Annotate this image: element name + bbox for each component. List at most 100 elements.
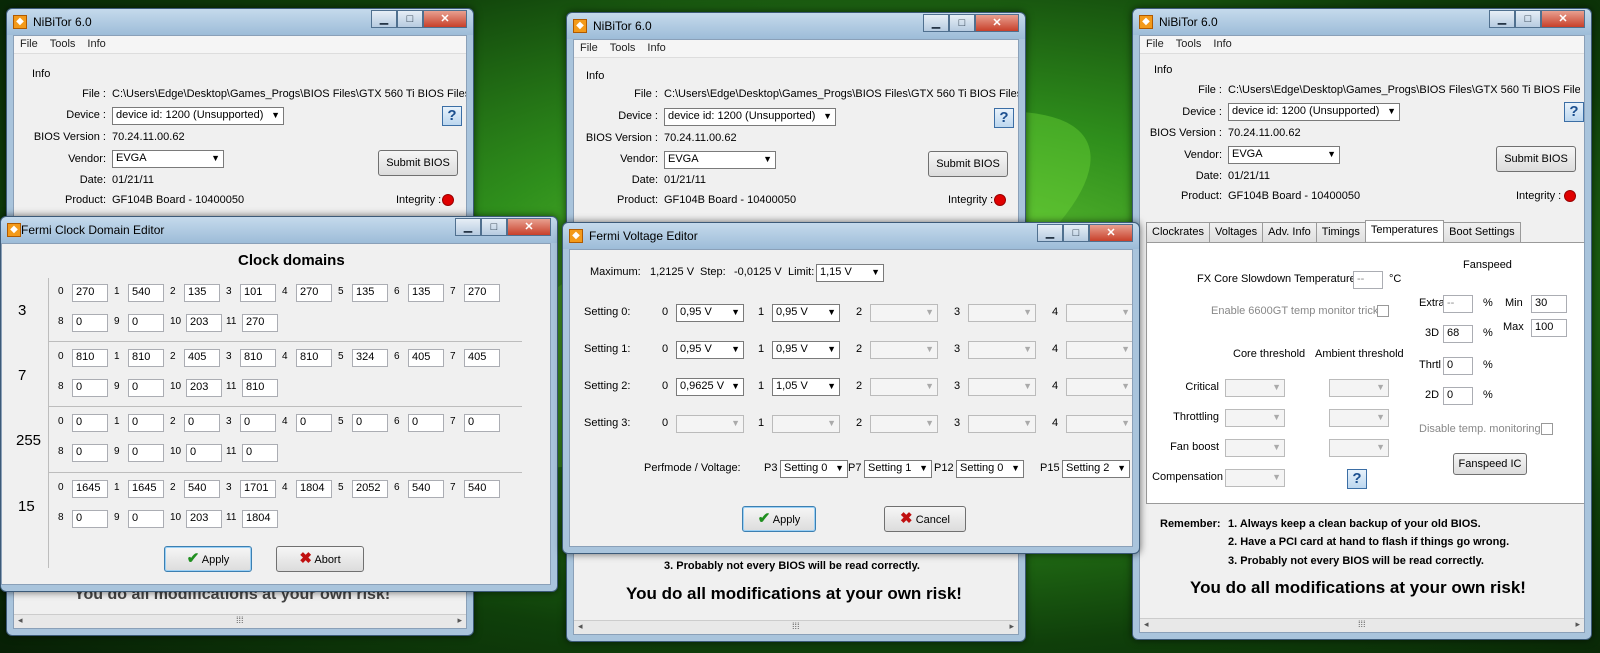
clock-value-input[interactable]: 0 xyxy=(72,379,108,397)
maximize-button[interactable]: □ xyxy=(397,10,423,28)
clock-value-input[interactable]: 0 xyxy=(128,510,164,528)
tab-boot-settings[interactable]: Boot Settings xyxy=(1443,222,1521,243)
menu-info[interactable]: Info xyxy=(81,36,111,52)
voltage-select[interactable]: ▼ xyxy=(1066,304,1132,322)
device-select[interactable]: device id: 1200 (Unsupported) ▼ xyxy=(664,108,836,126)
menu-file[interactable]: File xyxy=(574,40,604,56)
voltage-select[interactable]: ▼ xyxy=(870,378,938,396)
clock-value-input[interactable]: 0 xyxy=(72,414,108,432)
clock-value-input[interactable]: 135 xyxy=(408,284,444,302)
perfmode-select[interactable]: Setting 1 ▼ xyxy=(864,460,932,478)
ambient-threshold-select[interactable]: ▼ xyxy=(1329,439,1389,457)
clock-value-input[interactable]: 101 xyxy=(240,284,276,302)
tab-adv-info[interactable]: Adv. Info xyxy=(1262,222,1317,243)
ambient-threshold-select[interactable]: ▼ xyxy=(1329,379,1389,397)
clock-value-input[interactable]: 540 xyxy=(128,284,164,302)
maximize-button[interactable]: □ xyxy=(949,14,975,32)
apply-button[interactable]: ✔ Apply xyxy=(164,546,252,572)
clock-value-input[interactable]: 405 xyxy=(408,349,444,367)
clock-value-input[interactable]: 203 xyxy=(186,510,222,528)
submit-bios-button[interactable]: Submit BIOS xyxy=(1496,146,1576,172)
clock-value-input[interactable]: 0 xyxy=(128,414,164,432)
voltage-select[interactable]: ▼ xyxy=(676,415,744,433)
device-select[interactable]: device id: 1200 (Unsupported) ▼ xyxy=(112,107,284,125)
voltage-select[interactable]: ▼ xyxy=(968,415,1036,433)
clock-value-input[interactable]: 810 xyxy=(72,349,108,367)
minimize-button[interactable]: ▁ xyxy=(371,10,397,28)
close-button[interactable]: ✕ xyxy=(975,14,1019,32)
voltage-select[interactable]: 0,9625 V ▼ xyxy=(676,378,744,396)
horizontal-scrollbar[interactable]: ◂ ⁞⁞⁞ ▸ xyxy=(1140,618,1584,632)
clock-value-input[interactable]: 0 xyxy=(184,414,220,432)
d3-input[interactable]: 68 xyxy=(1443,325,1473,343)
menu-info[interactable]: Info xyxy=(1207,36,1237,52)
clock-value-input[interactable]: 0 xyxy=(240,414,276,432)
clock-value-input[interactable]: 2052 xyxy=(352,480,388,498)
voltage-select[interactable]: 0,95 V ▼ xyxy=(676,304,744,322)
clock-value-input[interactable]: 0 xyxy=(72,314,108,332)
menu-tools[interactable]: Tools xyxy=(44,36,82,52)
vendor-select[interactable]: EVGA ▼ xyxy=(112,150,224,168)
minimize-button[interactable]: ▁ xyxy=(1489,10,1515,28)
core-threshold-select[interactable]: ▼ xyxy=(1225,409,1285,427)
menu-info[interactable]: Info xyxy=(641,40,671,56)
menu-tools[interactable]: Tools xyxy=(604,40,642,56)
voltage-select[interactable]: ▼ xyxy=(772,415,840,433)
maximize-button[interactable]: □ xyxy=(1063,224,1089,242)
apply-button[interactable]: ✔ Apply xyxy=(742,506,816,532)
horizontal-scrollbar[interactable]: ◂ ⁞⁞⁞ ▸ xyxy=(574,620,1018,634)
voltage-select[interactable]: ▼ xyxy=(1066,378,1132,396)
help-icon[interactable]: ? xyxy=(442,106,462,126)
close-button[interactable]: ✕ xyxy=(1541,10,1585,28)
clock-value-input[interactable]: 270 xyxy=(296,284,332,302)
minimize-button[interactable]: ▁ xyxy=(1037,224,1063,242)
clock-value-input[interactable]: 1804 xyxy=(296,480,332,498)
close-button[interactable]: ✕ xyxy=(423,10,467,28)
clock-value-input[interactable]: 0 xyxy=(72,510,108,528)
maximize-button[interactable]: □ xyxy=(1515,10,1541,28)
clock-value-input[interactable]: 270 xyxy=(242,314,278,332)
core-threshold-select[interactable]: ▼ xyxy=(1225,439,1285,457)
minimize-button[interactable]: ▁ xyxy=(923,14,949,32)
clock-value-input[interactable]: 540 xyxy=(408,480,444,498)
core-threshold-select[interactable]: ▼ xyxy=(1225,379,1285,397)
clock-value-input[interactable]: 0 xyxy=(186,444,222,462)
limit-select[interactable]: 1,15 V ▼ xyxy=(816,264,884,282)
vendor-select[interactable]: EVGA ▼ xyxy=(664,151,776,169)
clock-value-input[interactable]: 0 xyxy=(296,414,332,432)
voltage-select[interactable]: ▼ xyxy=(870,304,938,322)
d2-input[interactable]: 0 xyxy=(1443,387,1473,405)
ambient-threshold-select[interactable]: ▼ xyxy=(1329,409,1389,427)
close-button[interactable]: ✕ xyxy=(507,218,551,236)
clock-value-input[interactable]: 1645 xyxy=(72,480,108,498)
perfmode-select[interactable]: Setting 0 ▼ xyxy=(780,460,848,478)
voltage-select[interactable]: ▼ xyxy=(968,341,1036,359)
disable-monitoring-checkbox[interactable] xyxy=(1541,423,1553,435)
clock-value-input[interactable]: 135 xyxy=(184,284,220,302)
clock-value-input[interactable]: 203 xyxy=(186,379,222,397)
clock-value-input[interactable]: 0 xyxy=(408,414,444,432)
perfmode-select[interactable]: Setting 2 ▼ xyxy=(1062,460,1130,478)
menu-file[interactable]: File xyxy=(1140,36,1170,52)
clock-value-input[interactable]: 540 xyxy=(184,480,220,498)
tab-temperatures[interactable]: Temperatures xyxy=(1364,220,1445,241)
clock-value-input[interactable]: 270 xyxy=(464,284,500,302)
tab-clockrates[interactable]: Clockrates xyxy=(1146,222,1210,243)
core-threshold-select[interactable]: ▼ xyxy=(1225,469,1285,487)
cancel-button[interactable]: ✖ Cancel xyxy=(884,506,966,532)
voltage-select[interactable]: ▼ xyxy=(1066,341,1132,359)
fanspeed-ic-button[interactable]: Fanspeed IC xyxy=(1453,453,1527,475)
voltage-select[interactable]: 1,05 V ▼ xyxy=(772,378,840,396)
horizontal-scrollbar[interactable]: ◂ ⁞⁞⁞ ▸ xyxy=(14,614,466,628)
maximize-button[interactable]: □ xyxy=(481,218,507,236)
voltage-select[interactable]: ▼ xyxy=(870,341,938,359)
help-icon[interactable]: ? xyxy=(994,108,1014,128)
voltage-select[interactable]: 0,95 V ▼ xyxy=(772,304,840,322)
clock-value-input[interactable]: 540 xyxy=(464,480,500,498)
clock-value-input[interactable]: 1804 xyxy=(242,510,278,528)
thrtl-input[interactable]: 0 xyxy=(1443,357,1473,375)
clock-value-input[interactable]: 0 xyxy=(128,444,164,462)
clock-value-input[interactable]: 0 xyxy=(242,444,278,462)
min-input[interactable]: 30 xyxy=(1531,295,1567,313)
clock-value-input[interactable]: 405 xyxy=(184,349,220,367)
